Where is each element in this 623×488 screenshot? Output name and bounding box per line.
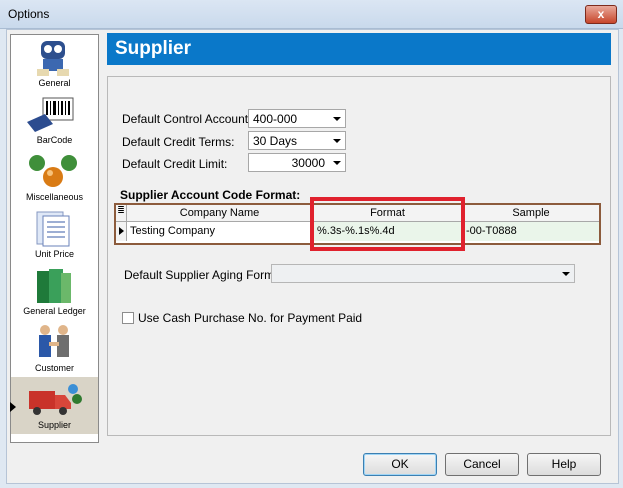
sidebar-item-customer[interactable]: Customer [11, 320, 98, 377]
ledger-books-icon [37, 269, 71, 303]
column-header-company-name[interactable]: Company Name [127, 205, 313, 222]
cell-sample: -00-T0888 [463, 222, 599, 241]
sidebar-item-barcode[interactable]: BarCode [11, 92, 98, 149]
options-sidebar: General BarCode Miscellaneous Unit Price… [10, 34, 99, 443]
control-account-label: Default Control Account: [122, 112, 252, 126]
supplier-truck-icon [29, 384, 82, 415]
chevron-down-icon [331, 136, 343, 146]
sidebar-item-label: Unit Price [34, 249, 74, 259]
sidebar-item-supplier[interactable]: Supplier [11, 377, 98, 434]
section-header: Supplier [107, 33, 611, 65]
credit-limit-select[interactable]: 30000 [248, 153, 346, 172]
code-format-title: Supplier Account Code Format: [120, 188, 301, 202]
aging-format-label: Default Supplier Aging Format: [124, 268, 288, 282]
credit-limit-value: 30000 [291, 156, 325, 170]
settings-panel [107, 76, 611, 436]
cash-purchase-label: Use Cash Purchase No. for Payment Paid [138, 311, 363, 325]
sidebar-item-label: General [38, 78, 71, 88]
sidebar-item-miscellaneous[interactable]: Miscellaneous [11, 149, 98, 206]
sidebar-item-label: Customer [34, 363, 74, 373]
title-bar: Options x [0, 0, 623, 29]
selected-indicator-arrow [10, 402, 16, 412]
sidebar-item-label: General Ledger [23, 306, 86, 316]
robot-icon [37, 41, 69, 76]
close-icon: x [597, 7, 605, 21]
price-list-icon [36, 211, 70, 247]
sidebar-item-label: Supplier [37, 420, 72, 430]
sidebar-item-label: Miscellaneous [25, 192, 84, 202]
chevron-down-icon [331, 114, 343, 124]
annotation-highlight-box [310, 197, 465, 251]
grid-corner-icon: ≣ [116, 205, 127, 222]
close-button[interactable]: x [585, 5, 617, 24]
spheres-icon [29, 155, 77, 187]
credit-terms-value: 30 Days [253, 134, 298, 148]
sidebar-item-label: BarCode [36, 135, 73, 145]
help-button[interactable]: Help [527, 453, 601, 476]
customer-handshake-icon [39, 325, 69, 357]
aging-format-select[interactable] [271, 264, 575, 283]
ok-button[interactable]: OK [363, 453, 437, 476]
column-header-sample[interactable]: Sample [463, 205, 599, 222]
sidebar-item-general-ledger[interactable]: General Ledger [11, 263, 98, 320]
control-account-value: 400-000 [253, 112, 298, 126]
cash-purchase-checkbox[interactable] [122, 312, 134, 324]
chevron-down-icon [331, 158, 343, 168]
chevron-down-icon [560, 269, 572, 279]
window-title: Options [8, 7, 50, 21]
dialog-body: General BarCode Miscellaneous Unit Price… [6, 29, 619, 484]
credit-limit-label: Default Credit Limit: [122, 157, 228, 171]
cell-company-name[interactable]: Testing Company [127, 222, 313, 241]
cancel-button[interactable]: Cancel [445, 453, 519, 476]
row-selector-icon[interactable] [116, 222, 127, 241]
barcode-scanner-icon [27, 97, 74, 132]
sidebar-item-general[interactable]: General [11, 35, 98, 92]
credit-terms-select[interactable]: 30 Days [248, 131, 346, 150]
page-title: Supplier [115, 38, 192, 59]
credit-terms-label: Default Credit Terms: [122, 135, 235, 149]
sidebar-item-unit-price[interactable]: Unit Price [11, 206, 98, 263]
control-account-select[interactable]: 400-000 [248, 109, 346, 128]
